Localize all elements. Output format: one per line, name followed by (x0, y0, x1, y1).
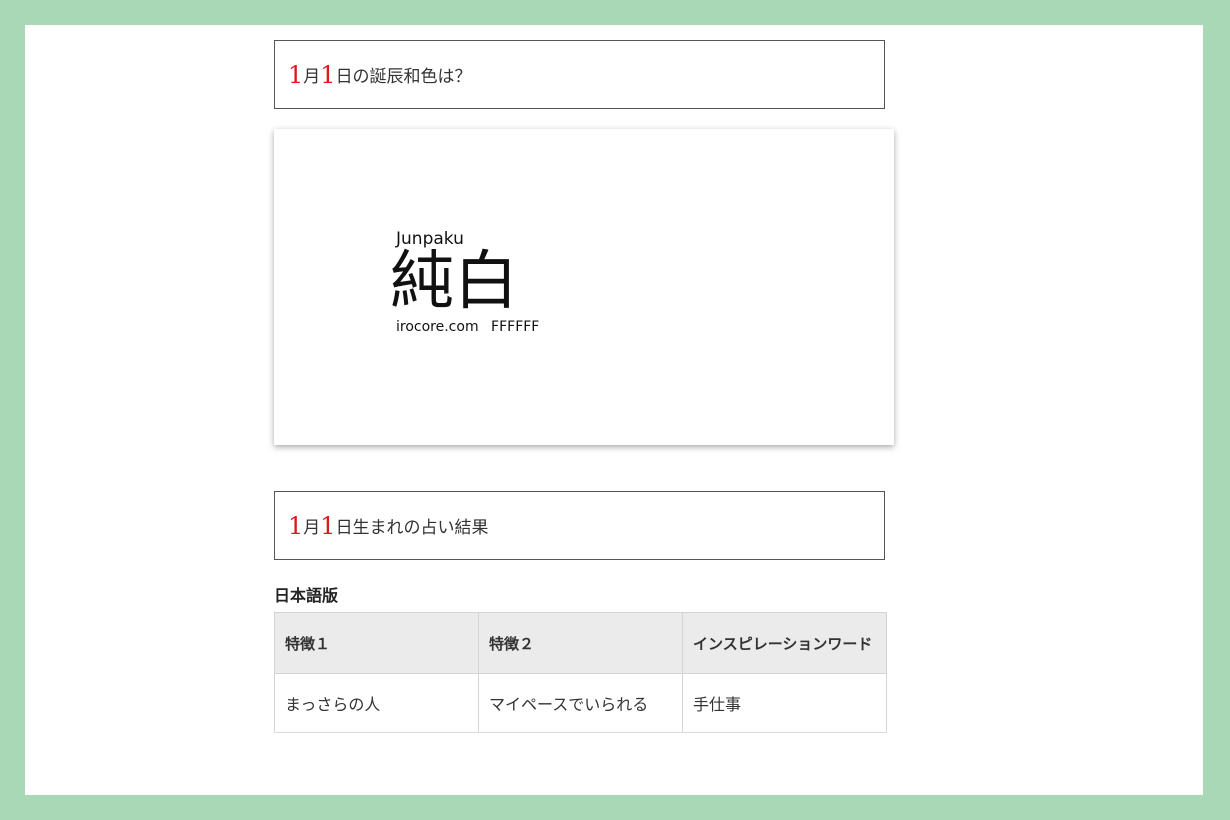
article-content: 1 月 1 日の誕辰和色は？ Junpaku 純白 irocore.com FF… (274, 40, 914, 733)
color-card-image: Junpaku 純白 irocore.com FFFFFF (274, 129, 894, 445)
heading-month: 1 (288, 511, 304, 540)
table-cell: まっさらの人 (274, 673, 479, 733)
table-header-cell: 特徴２ (478, 612, 683, 674)
table-header-row: 特徴１ 特徴２ インスピレーションワード (274, 612, 887, 674)
color-hex-code: FFFFFF (491, 319, 540, 335)
heading-day: 1 (320, 60, 336, 89)
table-header-cell: インスピレーションワード (682, 612, 887, 674)
color-kanji: 純白 (390, 245, 518, 319)
heading-month-suffix: 月 (303, 67, 321, 87)
heading-day-suffix: 日生まれの占い結果 (335, 518, 489, 538)
color-source: irocore.com FFFFFF (396, 319, 539, 335)
table-header-cell: 特徴１ (274, 612, 479, 674)
color-source-site: irocore.com (396, 319, 479, 335)
fortune-table: 特徴１ 特徴２ インスピレーションワード まっさらの人 マイペースでいられる 手… (274, 612, 887, 733)
heading-day-suffix: 日の誕辰和色は？ (335, 67, 472, 87)
table-cell: マイペースでいられる (478, 673, 683, 733)
table-row: まっさらの人 マイペースでいられる 手仕事 (274, 673, 887, 733)
birthday-color-heading: 1 月 1 日の誕辰和色は？ (274, 40, 885, 109)
fortune-heading: 1 月 1 日生まれの占い結果 (274, 491, 885, 560)
table-title: 日本語版 (274, 586, 339, 605)
heading-day: 1 (320, 511, 336, 540)
heading-month: 1 (288, 60, 304, 89)
table-cell: 手仕事 (682, 673, 887, 733)
heading-month-suffix: 月 (303, 518, 321, 538)
